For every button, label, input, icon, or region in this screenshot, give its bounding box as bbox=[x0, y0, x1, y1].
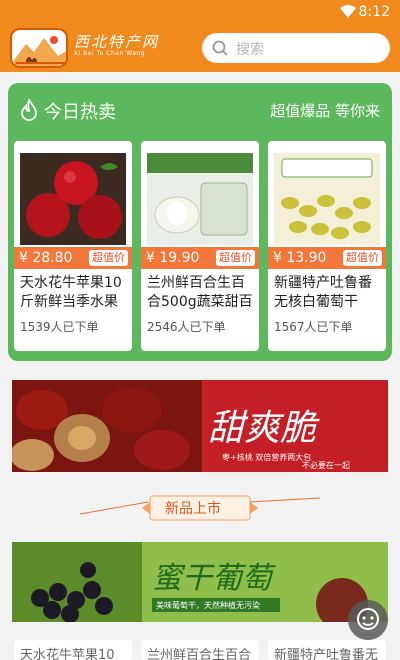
promo-banner-jujube[interactable]: 甜爽脆 枣+核桃 双倍营养两大包 不必要在一起 bbox=[12, 380, 388, 472]
product-card[interactable]: ¥ 28.80 超值价 天水花牛苹果10斤新鲜当季水果 1539人已下单 bbox=[14, 141, 132, 351]
list-item[interactable]: 兰州鲜百合生百合 bbox=[141, 640, 259, 660]
order-count: 2546人已下单 bbox=[147, 320, 226, 334]
product-name: 兰州鲜百合生百合500g蔬菜甜百合 bbox=[147, 275, 253, 310]
search-icon bbox=[212, 40, 228, 56]
product-image-raisins bbox=[274, 153, 380, 245]
brand-name-pinyin: Xi Bei Te Chan Wang bbox=[74, 50, 146, 57]
brand-name: 西北特产网 Xi Bei Te Chan Wang bbox=[74, 34, 159, 58]
product-name: 新疆特产吐鲁番无核白葡萄干 bbox=[274, 275, 372, 310]
price-bar: ¥ 19.90 超值价 bbox=[141, 247, 259, 269]
search-placeholder: 搜索 bbox=[236, 42, 264, 58]
value-price-badge: 超值价 bbox=[216, 250, 255, 266]
product-card[interactable]: ¥ 19.90 超值价 兰州鲜百合生百合500g蔬菜甜百合 2546人已下单 bbox=[141, 141, 259, 351]
hot-sale-section: 今日热卖 超值爆品 等你来 ¥ 28.80 超值价 天水花牛苹果10斤新鲜当季水… bbox=[8, 83, 392, 361]
banner-subline-2: 不必要在一起 bbox=[302, 460, 350, 470]
value-price-badge: 超值价 bbox=[89, 250, 128, 266]
app-header: 西北特产网 Xi Bei Te Chan Wang 搜索 bbox=[0, 24, 400, 72]
hot-sale-slogan[interactable]: 超值爆品 等你来 bbox=[270, 100, 380, 121]
brand-logo[interactable] bbox=[10, 28, 68, 68]
promo-banner-raisin[interactable]: 蜜干葡萄 美味葡萄干，天然种植无污染 bbox=[12, 542, 388, 622]
product-name: 天水花牛苹果10斤新鲜当季水果 bbox=[20, 275, 122, 310]
banner-headline: 甜爽脆 bbox=[208, 408, 320, 449]
product-image-apples bbox=[20, 153, 126, 245]
search-input[interactable]: 搜索 bbox=[202, 33, 390, 63]
product-image-lily bbox=[147, 153, 253, 245]
customer-service-button[interactable] bbox=[348, 600, 388, 640]
banner-subline: 美味葡萄干，天然种植无污染 bbox=[156, 600, 260, 610]
order-count: 1567人已下单 bbox=[274, 320, 353, 334]
price-bar: ¥ 13.90 超值价 bbox=[268, 247, 386, 269]
brand-name-cn: 西北特产网 bbox=[74, 33, 160, 51]
hot-sale-title: 今日热卖 bbox=[44, 102, 116, 123]
product-price: ¥ 13.90 bbox=[273, 250, 327, 266]
flame-icon bbox=[21, 99, 37, 121]
product-card[interactable]: ¥ 13.90 超值价 新疆特产吐鲁番无核白葡萄干 1567人已下单 bbox=[268, 141, 386, 351]
new-arrivals-list: 天水花牛苹果10 兰州鲜百合生百合 新疆特产吐鲁番无 bbox=[0, 640, 400, 660]
banner-headline: 蜜干葡萄 bbox=[152, 561, 276, 596]
chat-icon bbox=[357, 608, 379, 630]
status-bar: 8:12 bbox=[0, 0, 400, 24]
product-price: ¥ 19.90 bbox=[146, 250, 200, 266]
order-count: 1539人已下单 bbox=[20, 320, 99, 334]
product-price: ¥ 28.80 bbox=[19, 250, 73, 266]
wifi-icon bbox=[340, 5, 356, 18]
value-price-badge: 超值价 bbox=[343, 250, 382, 266]
banner-subline-1: 枣+核桃 双倍营养两大包 bbox=[222, 452, 311, 462]
list-item[interactable]: 新疆特产吐鲁番无 bbox=[268, 640, 386, 660]
clock: 8:12 bbox=[358, 4, 390, 20]
new-arrivals-header: 新品上市 bbox=[0, 490, 400, 526]
list-item[interactable]: 天水花牛苹果10 bbox=[14, 640, 132, 660]
price-bar: ¥ 28.80 超值价 bbox=[14, 247, 132, 269]
new-arrivals-title: 新品上市 bbox=[165, 501, 221, 517]
